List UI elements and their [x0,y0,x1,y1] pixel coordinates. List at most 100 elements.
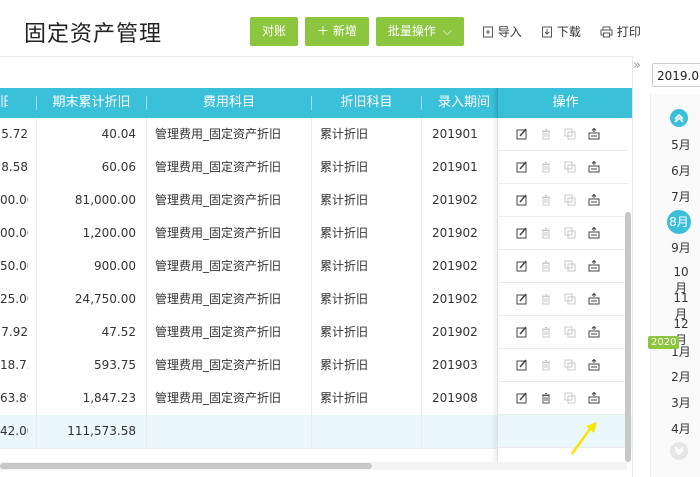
dispose-asset-icon[interactable] [588,227,600,239]
edit-icon[interactable] [516,260,528,272]
chevron-up-icon [674,113,684,123]
header-entry-period[interactable]: 录入期间 [438,88,497,118]
delete-icon[interactable] [540,326,552,338]
actions-column [497,118,628,465]
depreciation-account-cell: 累计折旧 [320,193,369,207]
delete-icon[interactable] [540,128,552,140]
edit-icon[interactable] [516,194,528,206]
accumulated-depreciation-cell: 900.00 [94,259,136,273]
depreciation-account-cell: 累计折旧 [320,325,369,339]
copy-icon[interactable] [564,392,576,404]
dispose-asset-icon[interactable] [588,359,600,371]
copy-icon[interactable] [564,260,576,272]
import-icon [482,26,493,37]
prev-depreciation-cell: 00.00 [0,226,28,240]
copy-icon[interactable] [564,128,576,140]
entry-period-cell: 201901 [432,160,478,174]
dispose-asset-icon[interactable] [588,392,600,404]
scroll-up-button[interactable] [670,109,688,127]
dispose-asset-icon[interactable] [588,128,600,140]
edit-icon[interactable] [516,326,528,338]
dispose-asset-icon[interactable] [588,194,600,206]
scroll-down-button[interactable] [670,442,688,460]
header-prev-depreciation[interactable]: 旧 [0,88,8,118]
row-actions [498,283,628,316]
header-depreciation-account[interactable]: 折旧科目 [312,88,421,118]
month-option[interactable]: 8月 [667,210,691,234]
month-option[interactable]: 6月 [668,162,694,179]
accumulated-depreciation-cell: 60.06 [101,160,136,174]
edit-icon[interactable] [516,128,528,140]
copy-icon[interactable] [564,359,576,371]
month-option[interactable]: 4月 [668,420,694,437]
toolbar: 对账 ＋ 新增 批量操作 ⌵ 导入 下载 打印 [250,17,649,46]
dispose-asset-icon[interactable] [588,293,600,305]
header-divider [0,56,632,57]
expense-account-cell: 管理费用_固定资产折旧 [155,127,282,141]
download-button[interactable]: 下载 [541,23,581,40]
month-option[interactable]: 3月 [668,394,694,411]
edit-icon[interactable] [516,161,528,173]
expense-account-cell: 管理费用_固定资产折旧 [155,226,282,240]
dispose-asset-icon[interactable] [588,326,600,338]
month-option[interactable]: 5月 [668,136,694,153]
print-label: 打印 [616,25,641,39]
edit-icon[interactable] [516,392,528,404]
delete-icon[interactable] [540,227,552,239]
total-accumulated-depreciation: 111,573.58 [67,424,136,438]
delete-icon[interactable] [540,359,552,371]
accumulated-depreciation-cell: 1,200.00 [82,226,136,240]
printer-icon [600,26,613,37]
pointer-arrow-icon [570,422,597,455]
edit-icon[interactable] [516,359,528,371]
copy-icon[interactable] [564,161,576,173]
dispose-asset-icon[interactable] [588,161,600,173]
delete-icon[interactable] [540,392,552,404]
accumulated-depreciation-cell: 1,847.23 [82,391,136,405]
period-date-field[interactable]: 2019.08 [652,63,700,87]
prev-depreciation-cell: 8.58 [1,160,28,174]
delete-icon[interactable] [540,293,552,305]
delete-icon[interactable] [540,194,552,206]
chevron-down-icon: ⌵ [442,24,452,38]
depreciation-account-cell: 累计折旧 [320,292,369,306]
month-option[interactable]: 7月 [668,188,694,205]
double-chevron-right-icon[interactable]: » [633,58,641,73]
dispose-asset-icon[interactable] [588,260,600,272]
prev-depreciation-cell: 18.75 [0,358,28,372]
row-actions [498,250,628,283]
accumulated-depreciation-cell: 47.52 [101,325,136,339]
month-option[interactable]: 2月 [668,368,694,385]
month-option[interactable]: 9月 [668,239,694,256]
expense-account-cell: 管理费用_固定资产折旧 [155,325,282,339]
delete-icon[interactable] [540,161,552,173]
prev-depreciation-cell: 5.72 [1,127,28,141]
import-button[interactable]: 导入 [482,23,522,40]
reconcile-button[interactable]: 对账 [250,17,299,46]
copy-icon[interactable] [564,227,576,239]
print-button[interactable]: 打印 [600,23,641,40]
batch-operation-button[interactable]: 批量操作 ⌵ [375,17,464,46]
depreciation-account-cell: 累计折旧 [320,259,369,273]
vertical-scrollbar[interactable] [625,212,631,462]
add-button[interactable]: ＋ 新增 [305,17,369,46]
depreciation-account-cell: 累计折旧 [320,160,369,174]
copy-icon[interactable] [564,194,576,206]
edit-icon[interactable] [516,293,528,305]
entry-period-cell: 201902 [432,259,478,273]
side-rail-divider [632,56,633,477]
edit-icon[interactable] [516,227,528,239]
horizontal-scrollbar[interactable] [0,463,372,469]
row-actions [498,217,628,250]
prev-depreciation-cell: 63.89 [0,391,28,405]
header-period-end-accumulated[interactable]: 期末累计折旧 [37,88,146,118]
total-row-actions [498,415,628,448]
delete-icon[interactable] [540,260,552,272]
copy-icon[interactable] [564,293,576,305]
accumulated-depreciation-cell: 593.75 [94,358,136,372]
header-expense-account[interactable]: 费用科目 [147,88,311,118]
depreciation-account-cell: 累计折旧 [320,127,369,141]
accumulated-depreciation-cell: 24,750.00 [74,292,136,306]
copy-icon[interactable] [564,326,576,338]
depreciation-account-cell: 累计折旧 [320,226,369,240]
